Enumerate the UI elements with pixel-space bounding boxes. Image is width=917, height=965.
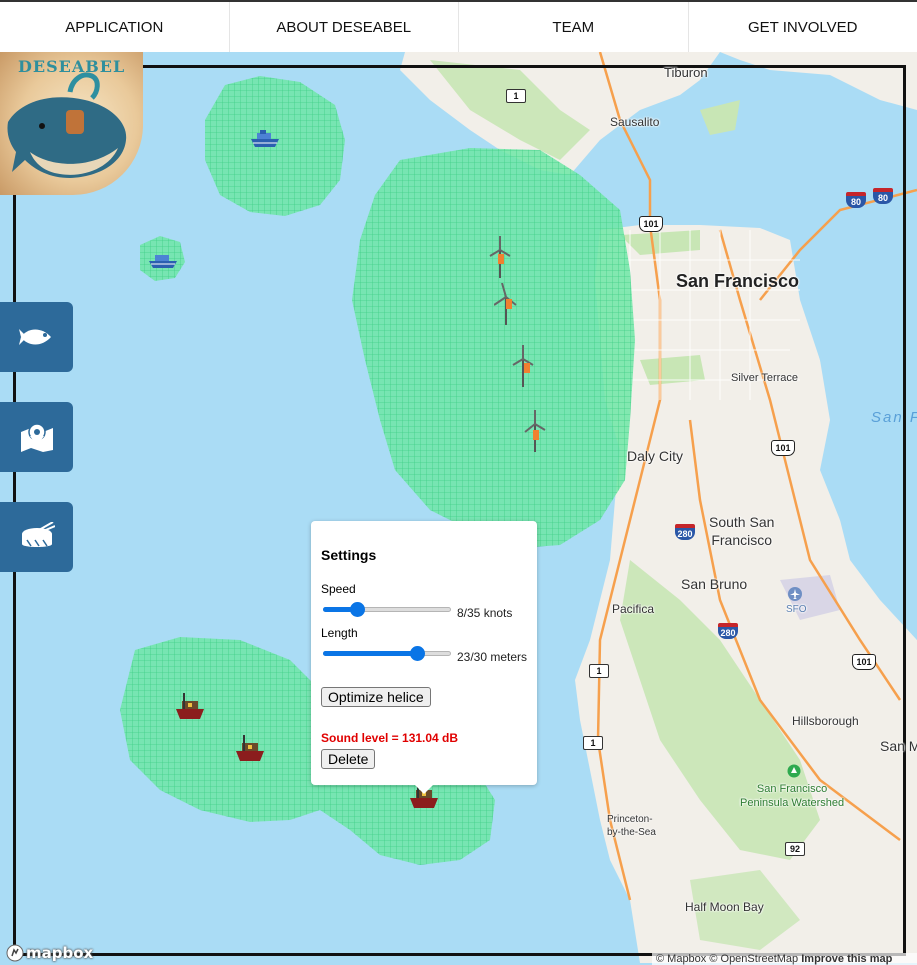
route-1-shield-3: 1 <box>583 736 603 750</box>
route-80-shield-2: 80 <box>873 188 893 204</box>
drum-icon <box>19 522 55 552</box>
park-icon <box>787 764 801 778</box>
fish-icon <box>19 326 55 348</box>
deseabel-logo[interactable]: DESEABEL <box>0 52 143 195</box>
route-101-shield-3: 101 <box>852 654 876 670</box>
label-san-bruno: San Bruno <box>681 576 747 592</box>
speed-slider[interactable] <box>323 600 451 618</box>
cargo-boat-icon-2[interactable] <box>234 735 266 763</box>
mapbox-text: mapbox <box>26 944 93 962</box>
route-101-shield-2: 101 <box>771 440 795 456</box>
cruise-ship-icon-2[interactable] <box>147 252 179 270</box>
attribution-text[interactable]: © Mapbox © OpenStreetMap <box>656 953 798 965</box>
label-daly-city: Daly City <box>627 448 683 464</box>
airport-icon <box>788 587 802 601</box>
wind-turbine-icon[interactable] <box>488 236 512 278</box>
map-attribution: © Mapbox © OpenStreetMap Improve this ma… <box>652 953 917 965</box>
label-tiburon: Tiburon <box>664 65 708 80</box>
label-hillsborough: Hillsborough <box>792 714 859 728</box>
route-280-shield-2: 280 <box>718 623 738 639</box>
mapbox-icon <box>6 944 24 962</box>
label-watershed: San Francisco Peninsula Watershed <box>740 782 844 810</box>
settings-popup: Settings Speed 8/35 knots Length 23/30 m… <box>311 521 537 785</box>
optimize-helice-button[interactable]: Optimize helice <box>321 687 431 707</box>
route-1-shield-2: 1 <box>589 664 609 678</box>
label-bay: San Fr <box>871 409 917 426</box>
nav-application[interactable]: APPLICATION <box>0 2 230 52</box>
drum-button[interactable] <box>0 502 73 572</box>
label-san-francisco: San Francisco <box>676 271 799 292</box>
wind-turbine-icon-4[interactable] <box>523 410 547 452</box>
label-sausalito: Sausalito <box>610 115 659 129</box>
route-1-shield: 1 <box>506 89 526 103</box>
label-sfo: SFO <box>786 604 807 615</box>
route-101-shield: 101 <box>639 216 663 232</box>
map-marker-icon <box>19 422 55 452</box>
cruise-ship-icon[interactable] <box>249 129 281 149</box>
length-slider[interactable] <box>323 644 451 662</box>
speed-value: 8/35 knots <box>457 606 512 620</box>
wind-turbine-icon-2[interactable] <box>494 283 518 325</box>
length-thumb[interactable] <box>410 646 425 661</box>
label-half-moon-bay: Half Moon Bay <box>685 900 764 914</box>
improve-map-link[interactable]: Improve this map <box>801 953 892 965</box>
route-92-shield: 92 <box>785 842 805 856</box>
wind-turbine-icon-3[interactable] <box>511 345 535 387</box>
cargo-boat-icon[interactable] <box>174 693 206 721</box>
nav-get-involved[interactable]: GET INVOLVED <box>689 2 917 52</box>
top-nav: APPLICATION ABOUT DESEABEL TEAM GET INVO… <box>0 0 917 52</box>
fish-button[interactable] <box>0 302 73 372</box>
route-280-shield: 280 <box>675 524 695 540</box>
label-san-mateo: San M <box>880 738 917 754</box>
label-silver-terrace: Silver Terrace <box>731 372 798 384</box>
delete-button[interactable]: Delete <box>321 749 375 769</box>
length-fill <box>323 651 421 656</box>
nav-team[interactable]: TEAM <box>459 2 689 52</box>
mapbox-logo[interactable]: mapbox <box>6 944 93 962</box>
logo-text: DESEABEL <box>18 57 125 76</box>
speed-fill <box>323 607 352 612</box>
popup-title: Settings <box>321 547 376 563</box>
nav-about-deseabel[interactable]: ABOUT DESEABEL <box>230 2 460 52</box>
label-south-san-francisco: South San Francisco <box>709 513 774 549</box>
label-pacifica: Pacifica <box>612 602 654 616</box>
popup-tip <box>414 784 434 794</box>
route-80-shield: 80 <box>846 192 866 208</box>
sound-level: Sound level = 131.04 dB <box>321 731 458 745</box>
speed-label: Speed <box>321 582 356 596</box>
length-value: 23/30 meters <box>457 650 527 664</box>
length-label: Length <box>321 626 358 640</box>
label-princeton: Princeton- by-the-Sea <box>607 813 656 839</box>
speed-thumb[interactable] <box>350 602 365 617</box>
map-button[interactable] <box>0 402 73 472</box>
